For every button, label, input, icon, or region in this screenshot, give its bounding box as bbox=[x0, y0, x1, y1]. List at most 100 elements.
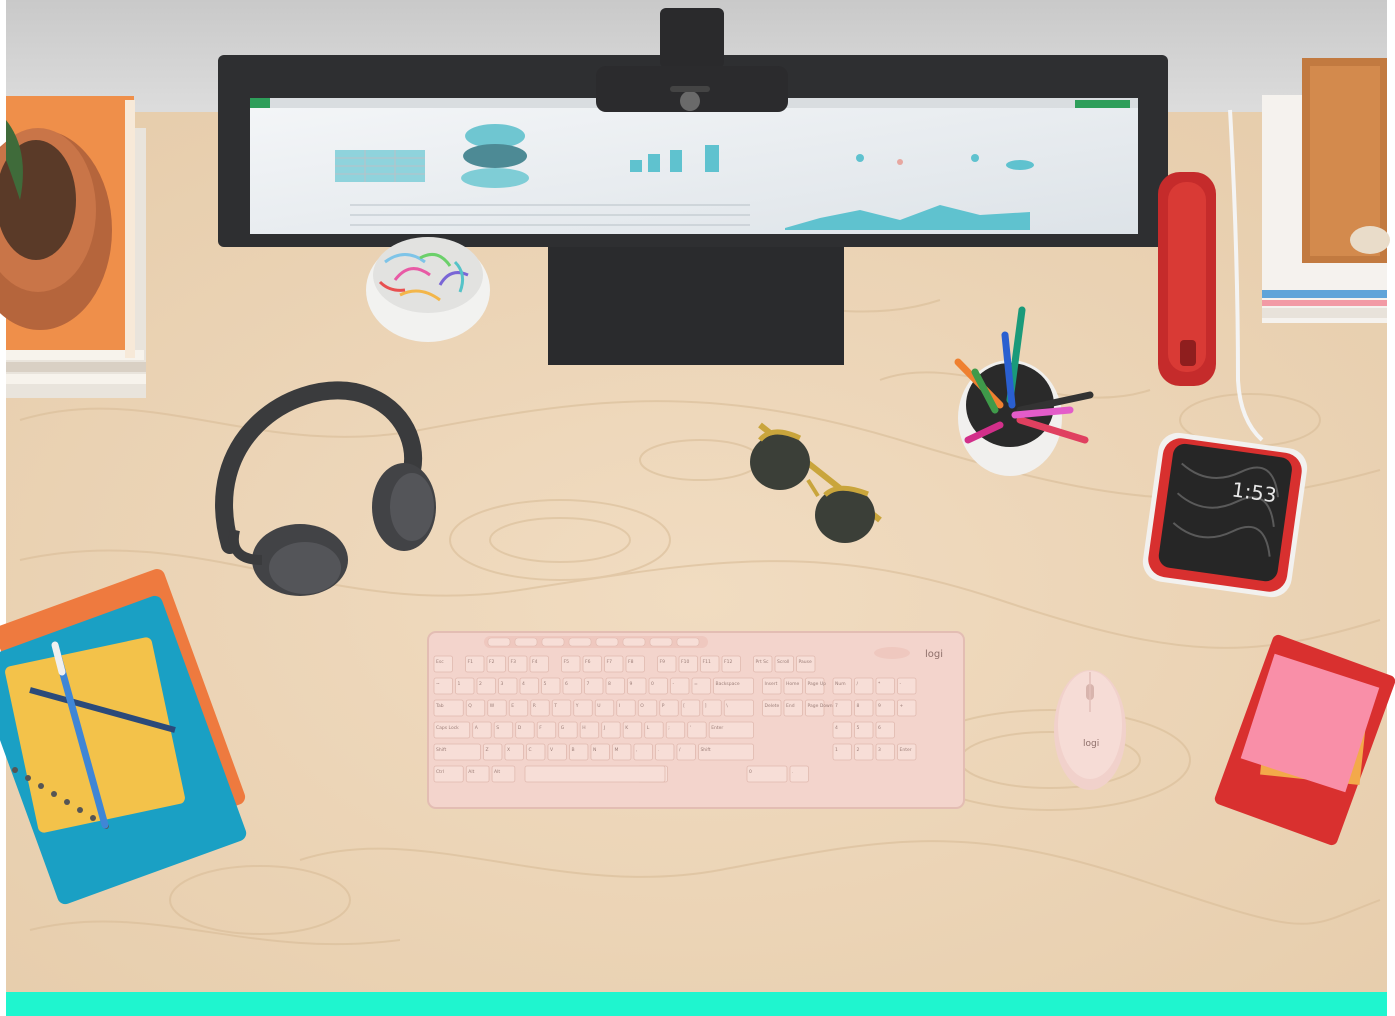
key-label: End bbox=[786, 703, 795, 709]
key-label: 8 bbox=[857, 703, 860, 709]
key-label: P bbox=[662, 703, 665, 709]
key-label: Caps Lock bbox=[436, 725, 459, 731]
key-label: + bbox=[900, 703, 904, 709]
key-label: Q bbox=[468, 703, 472, 709]
key-label: M bbox=[614, 747, 618, 753]
key-label: Ctrl bbox=[436, 769, 444, 775]
key-label: W bbox=[490, 703, 495, 709]
key-label: Shift bbox=[700, 747, 710, 753]
key-label: F5 bbox=[564, 659, 570, 665]
key-label: F6 bbox=[585, 659, 591, 665]
key-label: F2 bbox=[489, 659, 495, 665]
key-label: F9 bbox=[660, 659, 666, 665]
key-label: 7 bbox=[835, 703, 838, 709]
key-label: = bbox=[694, 682, 698, 687]
key-label: 0 bbox=[749, 769, 752, 775]
accent-bar bbox=[6, 992, 1387, 1016]
key-label: [ bbox=[683, 703, 685, 709]
key-label: Enter bbox=[900, 747, 912, 753]
key-label: Delete bbox=[765, 703, 780, 709]
key bbox=[723, 699, 754, 717]
key-label: 8 bbox=[608, 681, 611, 687]
key-label: F8 bbox=[628, 659, 634, 665]
key-label: Backspace bbox=[716, 681, 740, 687]
desk-photo: 1:53 logi logi Esc F1 F2 F3 F4 F5 F6 F7 F8 F9 F1 bbox=[0, 0, 1395, 1016]
key-label: 0 bbox=[651, 681, 654, 687]
key-label: F1 bbox=[468, 659, 474, 665]
key-label: B bbox=[571, 747, 574, 753]
key-label: G bbox=[561, 725, 565, 731]
key-label: Page Up bbox=[808, 681, 827, 687]
key-label: E bbox=[511, 703, 514, 709]
mouse bbox=[1054, 670, 1126, 790]
key-label: Num bbox=[835, 681, 846, 687]
key-label: Alt bbox=[468, 769, 474, 775]
media-key bbox=[622, 637, 646, 647]
key-label: Pause bbox=[799, 659, 812, 665]
book-stack-right bbox=[1262, 58, 1390, 323]
key-label: 4 bbox=[522, 681, 525, 687]
key-label: Shift bbox=[436, 747, 446, 753]
key-label: 3 bbox=[501, 681, 504, 687]
key-label: Tab bbox=[435, 703, 444, 709]
key-label: 2 bbox=[479, 681, 482, 687]
mouse-logo: logi bbox=[1083, 739, 1099, 749]
key-label: 9 bbox=[630, 681, 633, 687]
media-key bbox=[541, 637, 565, 647]
key-label: T bbox=[553, 703, 557, 709]
media-key bbox=[568, 637, 592, 647]
key-label: 1 bbox=[835, 747, 838, 753]
key-label: Prt Sc bbox=[756, 659, 770, 665]
key-label: . bbox=[657, 748, 658, 753]
key-label: Y bbox=[575, 703, 579, 709]
key-label: ~ bbox=[436, 682, 440, 687]
key-label: Scroll bbox=[777, 659, 789, 665]
key-label: F4 bbox=[532, 659, 538, 665]
stapler bbox=[1158, 172, 1216, 386]
key-label: O bbox=[640, 703, 644, 709]
desk-scene: 1:53 logi logi Esc F1 F2 F3 F4 F5 F6 F7 F8 F9 F1 bbox=[0, 0, 1395, 1016]
key-label: Insert bbox=[765, 681, 778, 687]
media-key bbox=[649, 637, 673, 647]
key-label: ] bbox=[705, 703, 707, 709]
key-label: Page Down bbox=[808, 703, 833, 709]
phone-charger bbox=[1142, 432, 1308, 598]
key bbox=[746, 765, 788, 783]
key-label: Enter bbox=[711, 725, 723, 731]
key-label: ' bbox=[690, 725, 691, 731]
key-label: C bbox=[528, 747, 531, 753]
space-bar bbox=[524, 765, 666, 783]
key-label: 7 bbox=[587, 681, 590, 687]
key-label: U bbox=[597, 703, 600, 709]
key-label: 6 bbox=[565, 681, 568, 687]
key-label: F bbox=[539, 725, 542, 731]
media-key bbox=[676, 637, 700, 647]
key-label: . bbox=[792, 770, 793, 775]
key-label: S bbox=[496, 725, 499, 731]
key-label: 2 bbox=[857, 747, 860, 753]
key-label: Alt bbox=[494, 769, 500, 775]
media-key bbox=[514, 637, 538, 647]
key-label: F12 bbox=[724, 659, 732, 665]
key-label: R bbox=[533, 703, 536, 709]
keyboard-logo: logi bbox=[925, 649, 943, 660]
key-label: 5 bbox=[544, 681, 547, 687]
key-label: 5 bbox=[857, 725, 860, 731]
key-label: 4 bbox=[835, 725, 838, 731]
key-label: F3 bbox=[511, 659, 517, 665]
media-key bbox=[595, 637, 619, 647]
key-label: F10 bbox=[681, 659, 689, 665]
key-label: 3 bbox=[878, 747, 881, 753]
key-label: I bbox=[619, 703, 620, 709]
key-label: H bbox=[582, 725, 585, 731]
key-label: D bbox=[518, 725, 522, 731]
key-label: , bbox=[636, 748, 637, 753]
media-key bbox=[487, 637, 511, 647]
key-label: ; bbox=[668, 726, 670, 731]
key-label: Z bbox=[485, 747, 488, 753]
key-label: Esc bbox=[436, 659, 444, 665]
key-label: F11 bbox=[703, 659, 711, 665]
key-label: 1 bbox=[458, 681, 461, 687]
key-label: N bbox=[593, 747, 596, 753]
key-label: F7 bbox=[607, 659, 613, 665]
